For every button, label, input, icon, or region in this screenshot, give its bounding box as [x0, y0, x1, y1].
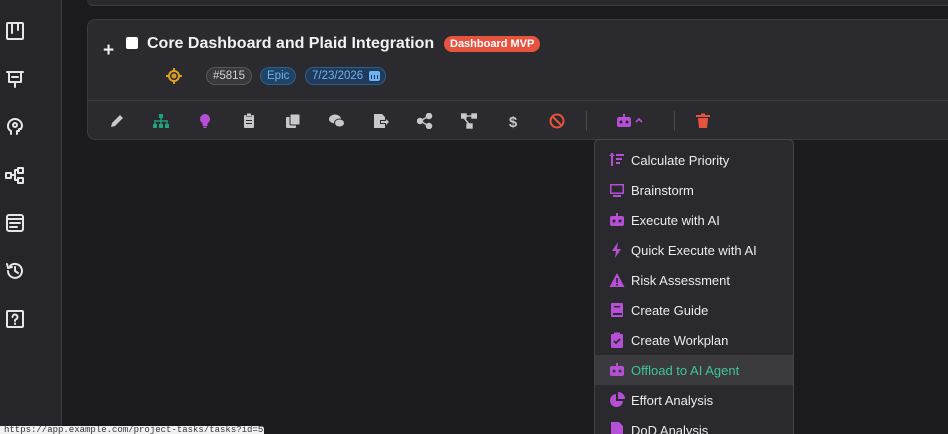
task-checkbox[interactable]: [126, 37, 138, 49]
left-sidebar: [0, 0, 62, 434]
robot-icon: [609, 212, 625, 228]
target-icon[interactable]: [166, 68, 182, 84]
expand-button[interactable]: +: [103, 40, 114, 62]
ai-menu-toggle[interactable]: [614, 111, 648, 131]
ai-actions-menu: Calculate Priority Brainstorm Execute wi…: [594, 139, 794, 434]
task-action-toolbar: $: [88, 101, 948, 141]
previous-card-edge: [87, 0, 948, 6]
workflow-icon[interactable]: [459, 111, 479, 131]
clipboard-icon[interactable]: [239, 111, 259, 131]
pie-chart-icon: [609, 392, 625, 408]
due-date-badge[interactable]: 7/23/2026: [305, 67, 387, 85]
block-icon[interactable]: [547, 111, 567, 131]
menu-item-calculate-priority[interactable]: Calculate Priority: [595, 145, 793, 175]
menu-item-label: Quick Execute with AI: [631, 242, 757, 258]
milestone-badge[interactable]: Dashboard MVP: [444, 36, 541, 52]
presentation-icon[interactable]: [4, 68, 26, 90]
task-title[interactable]: Core Dashboard and Plaid Integration: [147, 35, 434, 53]
status-bar-url: https://app.example.com/project-tasks/ta…: [0, 426, 264, 434]
warning-icon: [609, 272, 625, 288]
calendar-icon: [369, 71, 381, 81]
task-type-badge: Epic: [260, 67, 297, 85]
bolt-icon: [609, 242, 625, 258]
menu-item-label: Brainstorm: [631, 182, 694, 198]
copy-icon[interactable]: [283, 111, 303, 131]
share-icon[interactable]: [415, 111, 435, 131]
menu-item-create-guide[interactable]: Create Guide: [595, 295, 793, 325]
edit-icon[interactable]: [107, 111, 127, 131]
menu-item-risk-assessment[interactable]: Risk Assessment: [595, 265, 793, 295]
menu-item-execute-with-ai[interactable]: Execute with AI: [595, 205, 793, 235]
task-card: + Core Dashboard and Plaid Integration D…: [87, 19, 948, 140]
menu-item-dod-analysis[interactable]: DoD Analysis: [595, 415, 793, 434]
task-id-badge: #5815: [206, 67, 252, 85]
menu-item-label: DoD Analysis: [631, 422, 709, 434]
menu-item-label: Create Workplan: [631, 332, 729, 348]
menu-item-offload-to-ai-agent[interactable]: Offload to AI Agent: [595, 355, 793, 385]
trash-icon[interactable]: [693, 111, 713, 131]
menu-item-brainstorm[interactable]: Brainstorm: [595, 175, 793, 205]
dollar-icon[interactable]: $: [503, 111, 523, 131]
hierarchy-icon[interactable]: [151, 111, 171, 131]
help-icon[interactable]: [4, 308, 26, 330]
svg-text:$: $: [509, 114, 518, 129]
comments-icon[interactable]: [327, 111, 347, 131]
robot-icon: [609, 362, 625, 378]
menu-item-label: Create Guide: [631, 302, 709, 318]
toolbar-divider: [586, 111, 587, 131]
menu-item-label: Offload to AI Agent: [631, 362, 740, 378]
clipboard-check-icon: [609, 332, 625, 348]
menu-item-effort-analysis[interactable]: Effort Analysis: [595, 385, 793, 415]
toolbar-divider: [674, 111, 675, 131]
menu-item-label: Risk Assessment: [631, 272, 730, 288]
task-card-header: + Core Dashboard and Plaid Integration D…: [88, 20, 948, 101]
brain-icon[interactable]: [4, 116, 26, 138]
document-icon: [609, 422, 625, 434]
board-icon[interactable]: [4, 20, 26, 42]
menu-item-quick-execute[interactable]: Quick Execute with AI: [595, 235, 793, 265]
workflow-icon[interactable]: [4, 164, 26, 186]
due-date-text: 7/23/2026: [312, 70, 364, 82]
lightbulb-icon[interactable]: [195, 111, 215, 131]
history-icon[interactable]: [4, 260, 26, 282]
book-icon: [609, 302, 625, 318]
menu-item-label: Execute with AI: [631, 212, 720, 228]
menu-item-label: Calculate Priority: [631, 152, 730, 168]
document-icon[interactable]: [4, 212, 26, 234]
menu-item-label: Effort Analysis: [631, 392, 714, 408]
sort-icon: [609, 152, 625, 168]
monitor-icon: [609, 182, 625, 198]
export-icon[interactable]: [371, 111, 391, 131]
menu-item-create-workplan[interactable]: Create Workplan: [595, 325, 793, 355]
